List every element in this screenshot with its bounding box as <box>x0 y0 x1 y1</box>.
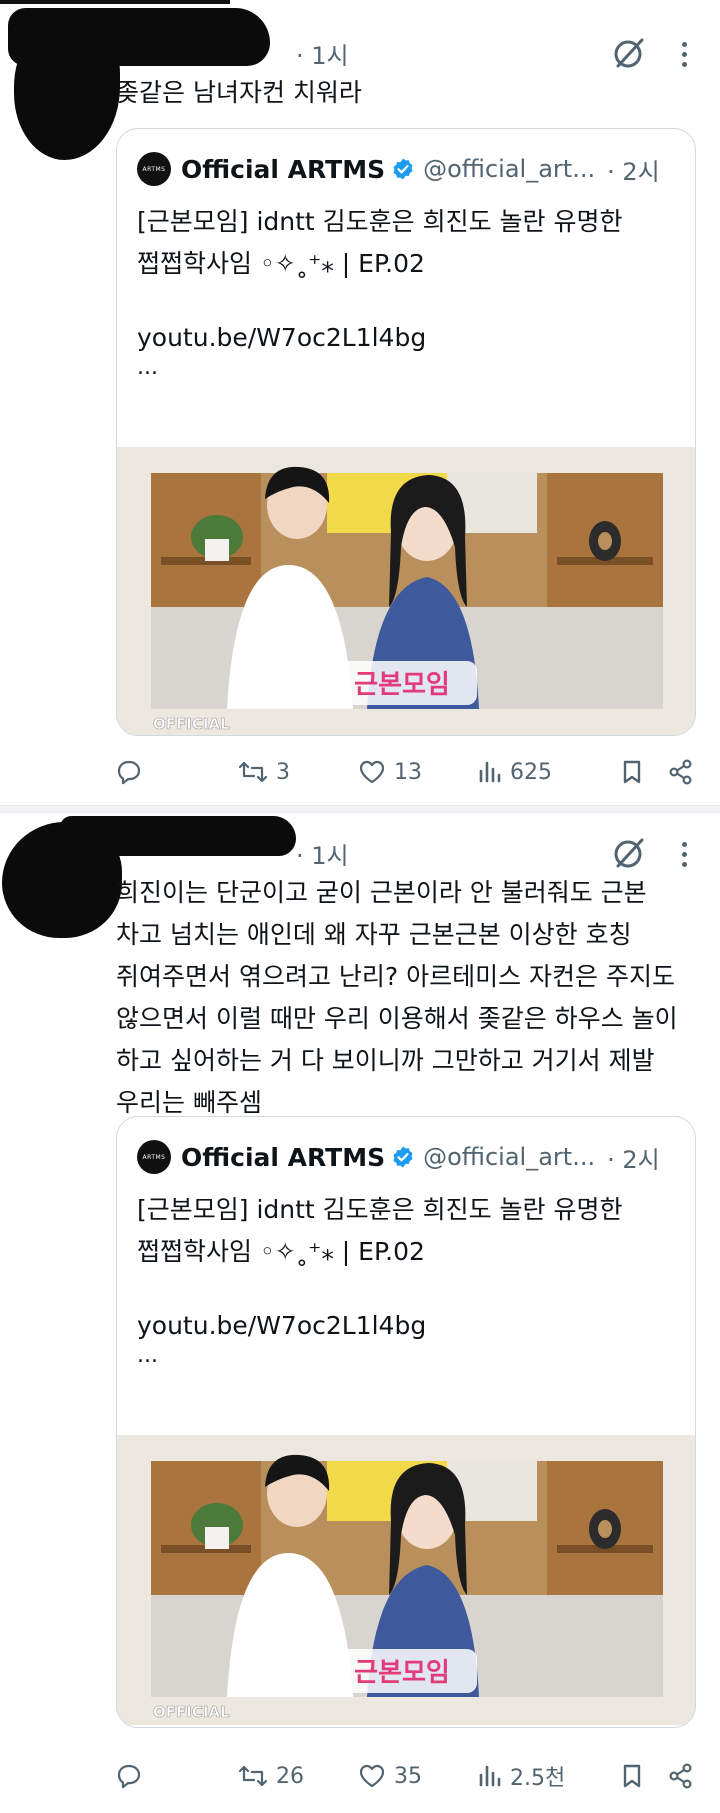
bookmark-icon <box>623 760 641 784</box>
quoted-author-handle: @official_art... <box>423 155 596 183</box>
quoted-post-link[interactable]: youtu.be/W7oc2L1l4bg <box>137 1311 426 1340</box>
quoted-post[interactable]: ARTMS Official ARTMS @official_art... · … <box>116 128 696 736</box>
quoted-post-header: ARTMS Official ARTMS @official_art... · … <box>137 1139 660 1175</box>
quoted-post-time: · 2시 <box>607 1145 660 1174</box>
thumbnail-title: 근본모임 <box>354 670 450 700</box>
share-icon <box>669 1763 692 1789</box>
quoted-post-time: · 2시 <box>607 157 660 186</box>
quoted-post-header: ARTMS Official ARTMS @official_art... · … <box>137 151 660 187</box>
share-button[interactable] <box>668 1756 702 1796</box>
video-thumbnail[interactable]: OFFICIAL 근본모임 <box>117 1435 696 1725</box>
reply-button[interactable] <box>116 752 150 792</box>
reply-icon <box>117 760 141 785</box>
post-actions: 3 13 625 <box>116 752 706 792</box>
bookmark-icon <box>623 1764 641 1788</box>
post-actions: 26 35 2.5천 <box>116 1756 706 1796</box>
views-icon <box>479 1765 501 1787</box>
more-icon[interactable] <box>679 42 689 70</box>
post-text: 좆같은 남녀자컨 치워라 <box>116 78 362 107</box>
quoted-post-text: [근본모임] idntt 김도훈은 희진도 놀란 유명한 쩝쩝학사임 ◦✧˳⁺⁎… <box>137 207 623 278</box>
bookmark-button[interactable] <box>620 752 652 792</box>
views-icon <box>479 761 501 783</box>
quoted-author-name[interactable]: Official ARTMS <box>181 1143 385 1172</box>
more-icon[interactable] <box>679 842 689 870</box>
thumbnail-title: 근본모임 <box>354 1658 450 1688</box>
post-2[interactable]: · 1시 희진이는 단군이고 굳이 근본이라 안 불러줘도 근본 차고 넘치는 … <box>0 812 720 1813</box>
quoted-author-name[interactable]: Official ARTMS <box>181 155 385 184</box>
repost-icon <box>238 761 268 783</box>
share-button[interactable] <box>668 752 702 792</box>
grok-icon[interactable] <box>612 836 646 870</box>
like-icon <box>359 1764 385 1788</box>
thumbnail-watermark: OFFICIAL <box>153 1703 230 1721</box>
post-text: 희진이는 단군이고 굳이 근본이라 안 불러줘도 근본 차고 넘치는 애인데 왜… <box>116 878 678 1117</box>
video-thumbnail[interactable]: OFFICIAL 근본모임 <box>117 447 696 736</box>
repost-button[interactable]: 26 <box>238 1756 304 1796</box>
thumbnail-title-label: 근본모임 <box>327 1649 477 1693</box>
like-button[interactable]: 13 <box>358 752 422 792</box>
like-icon <box>359 760 385 784</box>
grok-icon[interactable] <box>612 36 646 70</box>
quoted-post-ellipsis: ... <box>137 1343 158 1368</box>
quoted-post-link[interactable]: youtu.be/W7oc2L1l4bg <box>137 323 426 352</box>
verified-icon <box>393 1146 413 1168</box>
share-icon <box>669 759 692 785</box>
reply-icon <box>117 1764 141 1789</box>
post-time: · 1시 <box>296 42 349 70</box>
quoted-post-ellipsis: ... <box>137 355 158 380</box>
quoted-post[interactable]: ARTMS Official ARTMS @official_art... · … <box>116 1116 696 1728</box>
repost-button[interactable]: 3 <box>238 752 290 792</box>
redacted-avatar <box>2 822 122 938</box>
post-time: · 1시 <box>296 842 349 870</box>
reply-button[interactable] <box>116 1756 150 1796</box>
quoted-author-handle: @official_art... <box>423 1143 596 1171</box>
repost-icon <box>238 1765 268 1787</box>
bookmark-button[interactable] <box>620 1756 652 1796</box>
avatar[interactable]: ARTMS <box>137 152 171 186</box>
thumbnail-title-label: 근본모임 <box>327 661 477 705</box>
views-button[interactable]: 625 <box>478 752 552 792</box>
like-button[interactable]: 35 <box>358 1756 422 1796</box>
verified-icon <box>393 158 413 180</box>
thumbnail-watermark: OFFICIAL <box>153 715 230 733</box>
quoted-post-text: [근본모임] idntt 김도훈은 희진도 놀란 유명한 쩝쩝학사임 ◦✧˳⁺⁎… <box>137 1195 623 1266</box>
redacted-avatar <box>14 20 120 160</box>
post-1[interactable]: · 1시 좆같은 남녀자컨 치워라 ARTMS Official ARTMS @… <box>0 0 720 812</box>
views-button[interactable]: 2.5천 <box>478 1756 565 1796</box>
avatar[interactable]: ARTMS <box>137 1140 171 1174</box>
